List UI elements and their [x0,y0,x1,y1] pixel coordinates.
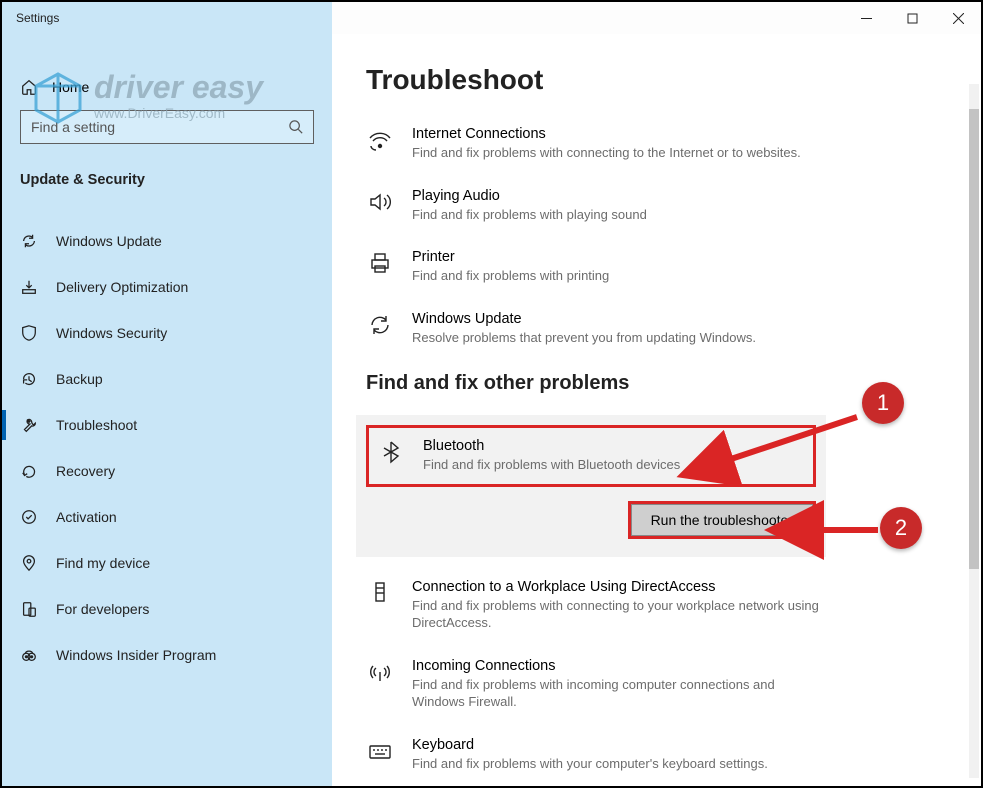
bluetooth-icon [377,438,405,466]
troubleshooter-bluetooth[interactable]: Bluetooth Find and fix problems with Blue… [366,425,816,487]
home-icon [20,78,38,96]
ts-title: Playing Audio [412,188,647,204]
subheader: Find and fix other problems [366,372,947,395]
home-link[interactable]: Home [20,78,314,96]
sidebar-item-windows-security[interactable]: Windows Security [2,310,332,356]
sidebar-item-recovery[interactable]: Recovery [2,448,332,494]
sidebar-item-label: Find my device [56,555,150,571]
other-troubleshooter-list: Connection to a Workplace Using DirectAc… [366,579,947,786]
sidebar: driver easy www.DriverEasy.com Home Upda… [2,34,332,786]
ts-desc: Find and fix problems with incoming comp… [412,676,826,711]
sidebar-item-label: Backup [56,371,103,387]
sidebar-item-troubleshoot[interactable]: Troubleshoot [2,402,332,448]
run-troubleshooter-button[interactable]: Run the troubleshooter [628,501,816,539]
troubleshooter-list: Internet Connections Find and fix problem… [366,126,947,346]
sidebar-item-label: Windows Security [56,325,167,341]
ts-desc: Find and fix problems with connecting to… [412,144,801,162]
main-panel: Troubleshoot Internet Connections Find an… [332,34,981,786]
sidebar-item-activation[interactable]: Activation [2,494,332,540]
wifi-icon [366,126,394,154]
maximize-button[interactable] [889,2,935,34]
ts-title: Printer [412,249,609,265]
search-input[interactable] [31,119,288,135]
history-icon [20,370,38,388]
sidebar-item-backup[interactable]: Backup [2,356,332,402]
ts-title: Internet Connections [412,126,801,142]
developer-icon [20,600,38,618]
ts-desc: Find and fix problems with playing sound [412,206,647,224]
location-icon [20,554,38,572]
home-label: Home [52,79,89,95]
ts-title: Bluetooth [423,438,680,454]
ts-title: Incoming Connections [412,658,826,674]
server-icon [366,579,394,607]
ts-desc: Find and fix problems with printing [412,267,609,285]
sidebar-item-label: Windows Update [56,233,162,249]
speaker-icon [366,188,394,216]
titlebar: Settings [2,2,981,34]
download-icon [20,278,38,296]
search-box[interactable] [20,110,314,144]
printer-icon [366,249,394,277]
insider-icon [20,646,38,664]
sidebar-item-label: Recovery [56,463,115,479]
sync-icon [20,232,38,250]
troubleshooter-printer[interactable]: Printer Find and fix problems with printi… [366,249,826,285]
shield-icon [20,324,38,342]
antenna-icon [366,658,394,686]
sidebar-item-label: Activation [56,509,117,525]
troubleshooter-windows-update[interactable]: Windows Update Resolve problems that prev… [366,311,826,347]
sync-icon [366,311,394,339]
wrench-icon [20,416,38,434]
keyboard-icon [366,737,394,765]
troubleshooter-keyboard[interactable]: Keyboard Find and fix problems with your … [366,737,826,773]
ts-desc: Resolve problems that prevent you from u… [412,329,756,347]
window-controls [843,2,981,34]
sidebar-item-delivery-optimization[interactable]: Delivery Optimization [2,264,332,310]
check-circle-icon [20,508,38,526]
sidebar-item-label: Troubleshoot [56,417,137,433]
sidebar-section-header: Update & Security [20,172,314,188]
recovery-icon [20,462,38,480]
sidebar-item-windows-insider-program[interactable]: Windows Insider Program [2,632,332,678]
sidebar-item-find-my-device[interactable]: Find my device [2,540,332,586]
ts-title: Windows Update [412,311,756,327]
sidebar-item-windows-update[interactable]: Windows Update [2,218,332,264]
ts-title: Connection to a Workplace Using DirectAc… [412,579,826,595]
window-title: Settings [16,11,59,25]
sidebar-item-label: For developers [56,601,149,617]
sidebar-item-for-developers[interactable]: For developers [2,586,332,632]
sidebar-nav: Windows Update Delivery Optimization Win… [2,218,332,678]
troubleshooter-directaccess[interactable]: Connection to a Workplace Using DirectAc… [366,579,826,632]
minimize-button[interactable] [843,2,889,34]
ts-desc: Find and fix problems with your computer… [412,755,768,773]
scrollbar-thumb[interactable] [969,109,979,569]
search-icon [288,119,303,135]
ts-desc: Find and fix problems with connecting to… [412,597,826,632]
sidebar-item-label: Windows Insider Program [56,647,216,663]
troubleshooter-playing-audio[interactable]: Playing Audio Find and fix problems with … [366,188,826,224]
ts-title: Keyboard [412,737,768,753]
sidebar-item-label: Delivery Optimization [56,279,188,295]
ts-desc: Find and fix problems with Bluetooth dev… [423,456,680,474]
page-title: Troubleshoot [366,64,947,96]
troubleshooter-incoming-connections[interactable]: Incoming Connections Find and fix problem… [366,658,826,711]
close-button[interactable] [935,2,981,34]
expanded-troubleshooter: Bluetooth Find and fix problems with Blue… [356,415,826,557]
troubleshooter-internet-connections[interactable]: Internet Connections Find and fix problem… [366,126,826,162]
